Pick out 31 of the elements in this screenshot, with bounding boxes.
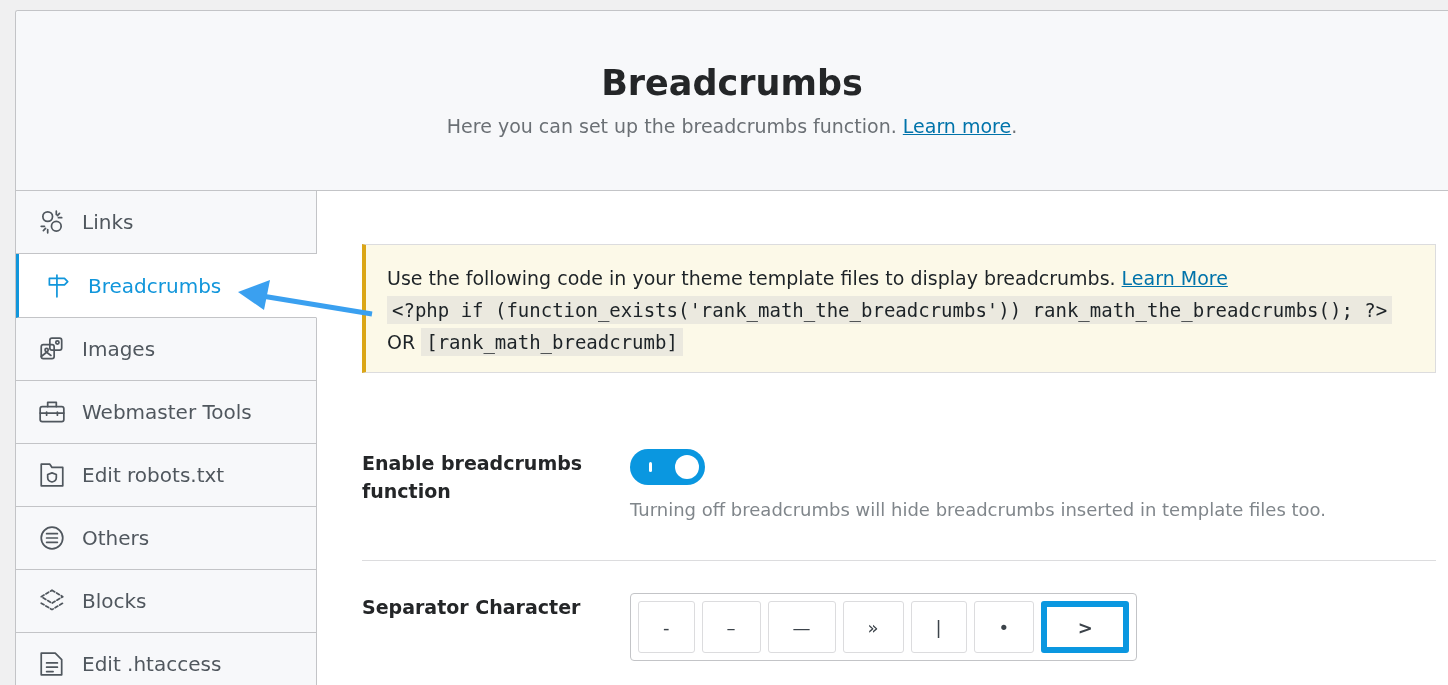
list-icon [38, 524, 66, 552]
help-text: Turning off breadcrumbs will hide breadcrumbs inserted in template files too. [630, 499, 1328, 520]
setting-label: Separator Character [362, 595, 582, 620]
notice-text: Use the following code in your theme template files to display breadcrumbs. Learn More [387, 266, 1229, 291]
code-snippet: [rank_math_breadcrumb] [421, 328, 683, 356]
document-icon [38, 650, 66, 678]
separator-option[interactable]: — [767, 601, 836, 653]
separator-option[interactable]: > [1041, 601, 1130, 653]
separator-option[interactable]: - [638, 601, 695, 653]
separator-option[interactable]: | [910, 601, 967, 653]
separator-option[interactable]: • [973, 601, 1035, 653]
code-snippet: <?php if (function_exists('rank_math_the_breadcrumbs')) rank_math_the_breadcrumbs(); ?> [387, 296, 1393, 324]
setting-label: Enable breadcrumbs function [362, 451, 584, 504]
sidebar-item[interactable]: Images [16, 318, 317, 381]
images-icon [38, 335, 66, 363]
learn-more-link[interactable]: Learn more [902, 115, 1012, 137]
toggle-switch[interactable] [630, 449, 705, 485]
sidebar-item[interactable]: Others [16, 507, 317, 570]
sidebar-item[interactable]: Webmaster Tools [16, 381, 317, 444]
learn-more-link[interactable]: Learn More [1121, 267, 1228, 289]
page-description: Here you can set up the breadcrumbs function. Learn more. [445, 115, 1019, 137]
page-title: Breadcrumbs [600, 63, 864, 103]
sidebar-item[interactable]: Links [16, 191, 317, 254]
or-text: OR [387, 331, 416, 353]
sidebar-item[interactable]: Edit robots.txt [16, 444, 317, 507]
separator-option[interactable]: – [701, 601, 761, 653]
sidebar-item[interactable]: Blocks [16, 570, 317, 633]
sidebar-item[interactable]: Edit .htaccess [16, 633, 317, 685]
folder-shield-icon [38, 461, 66, 489]
toolbox-icon [38, 398, 66, 426]
separator-option[interactable]: » [842, 601, 904, 653]
